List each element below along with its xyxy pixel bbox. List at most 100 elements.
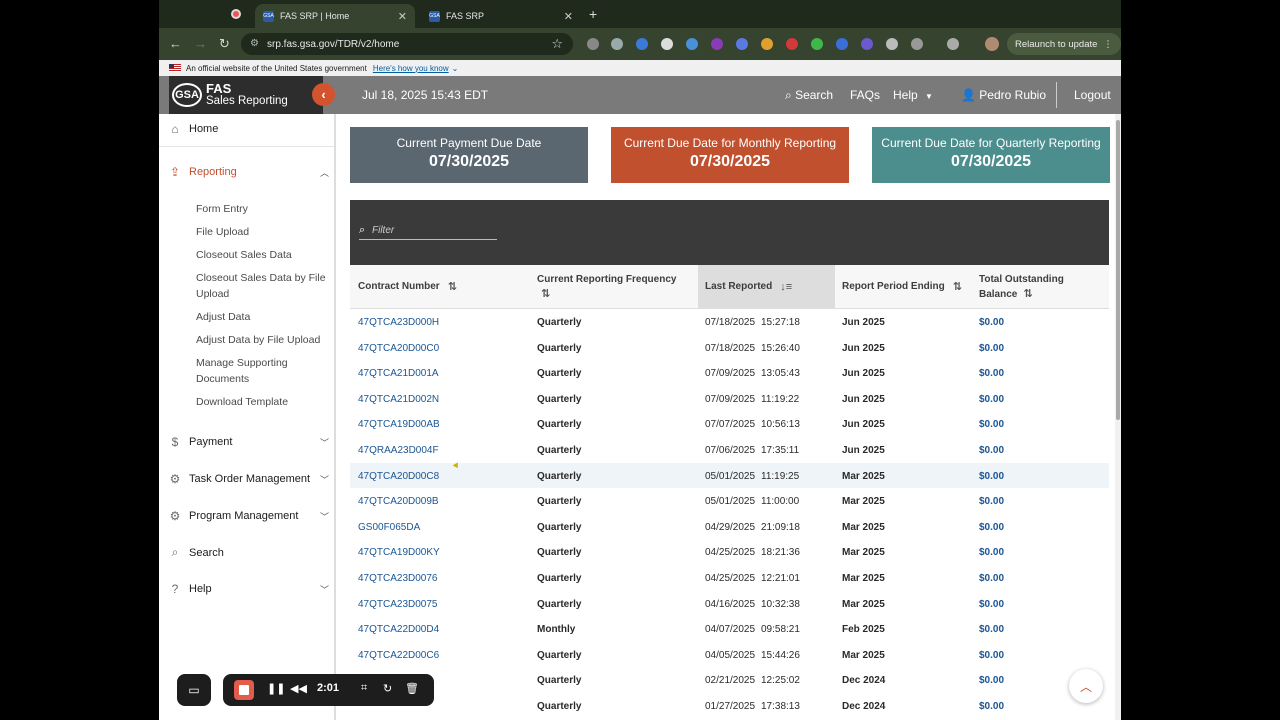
report-period-cell: Jun 2025 [842, 419, 885, 431]
balance-link[interactable]: $0.00 [979, 445, 1004, 456]
extension-icon[interactable] [636, 38, 648, 50]
balance-link[interactable]: $0.00 [979, 701, 1004, 712]
sidebar-subitem-closeout-sales-data[interactable]: Closeout Sales Data [196, 247, 326, 263]
grid-icon[interactable]: ⌗ [361, 682, 367, 695]
col-contract-number[interactable]: Contract Number ⇅ [358, 265, 528, 309]
extension-icon[interactable] [836, 38, 848, 50]
stop-recording-button[interactable] [234, 680, 254, 700]
contract-number-link[interactable]: 47QTCA23D000H [358, 317, 439, 328]
bookmark-star-icon[interactable]: ☆ [551, 36, 563, 52]
col-outstanding-balance[interactable]: Total Outstanding Balance ⇅ [979, 265, 1099, 309]
contract-number-link[interactable]: 47QTCA21D001A [358, 368, 439, 379]
extension-icon[interactable] [736, 38, 748, 50]
balance-link[interactable]: $0.00 [979, 496, 1004, 507]
balance-link[interactable]: $0.00 [979, 522, 1004, 533]
balance-link[interactable]: $0.00 [979, 547, 1004, 558]
balance-link[interactable]: $0.00 [979, 343, 1004, 354]
contract-number-link[interactable]: 47QTCA22D00C6 [358, 650, 439, 661]
profile-avatar[interactable] [985, 37, 999, 51]
sidebar-subitem-form-entry[interactable]: Form Entry [196, 201, 326, 217]
collapse-sidebar-button[interactable]: ‹ [312, 83, 335, 106]
tab-search-icon[interactable] [947, 38, 959, 50]
balance-link[interactable]: $0.00 [979, 599, 1004, 610]
faqs-link[interactable]: FAQs [850, 88, 880, 102]
scrollbar-thumb[interactable] [1116, 120, 1120, 420]
page-scrollbar[interactable] [1115, 114, 1121, 720]
contract-number-link[interactable]: 47QTCA23D0076 [358, 573, 438, 584]
contract-number-link[interactable]: 47QTCA21D002N [358, 394, 439, 405]
tab-fas-srp-home[interactable]: GSA FAS SRP | Home ✕ [255, 4, 415, 28]
contract-number-link[interactable]: 47QRAA23D004F [358, 445, 439, 456]
trash-icon[interactable]: 🗑 [405, 682, 419, 695]
balance-link[interactable]: $0.00 [979, 419, 1004, 430]
reload-icon[interactable]: ↻ [219, 36, 230, 52]
header-search-link[interactable]: ⌕ Search [785, 88, 833, 103]
sidebar-item-program-management[interactable]: ⚙ Program Management ﹀ [169, 509, 329, 523]
extension-icon[interactable] [886, 38, 898, 50]
camera-button[interactable]: ▭ [177, 674, 211, 706]
scroll-to-top-button[interactable]: ︿ [1069, 669, 1103, 703]
contract-number-link[interactable]: 47QTCA23D0075 [358, 599, 438, 610]
extension-icon[interactable] [811, 38, 823, 50]
contract-number-link[interactable]: 47QTCA20D00C0 [358, 343, 439, 354]
contract-number-link[interactable]: 47QTCA20D009B [358, 496, 439, 507]
sidebar-item-payment[interactable]: $ Payment ﹀ [169, 435, 329, 449]
contract-number-link[interactable]: 47QTCA20D00C8 [358, 471, 439, 482]
frequency-cell: Quarterly [537, 342, 582, 354]
sidebar-subitem-adjust-data[interactable]: Adjust Data [196, 309, 326, 325]
sidebar-subitem-closeout-by-file-upload[interactable]: Closeout Sales Data by File Upload [196, 270, 326, 302]
back-icon[interactable]: ← [169, 36, 182, 51]
sidebar-subitem-file-upload[interactable]: File Upload [196, 224, 326, 240]
filter-input[interactable]: ⌕ Filter [359, 222, 497, 240]
logout-link[interactable]: Logout [1074, 88, 1111, 102]
logo[interactable]: GSA FAS Sales Reporting [169, 76, 323, 114]
extension-icon[interactable] [786, 38, 798, 50]
report-period-cell: Dec 2024 [842, 675, 886, 687]
contract-number-link[interactable]: GS00F065DA [358, 522, 420, 533]
sidebar-subitem-manage-documents[interactable]: Manage Supporting Documents [196, 355, 326, 387]
sidebar-item-reporting[interactable]: ⇪ Reporting ︿ [169, 165, 329, 179]
contract-number-link[interactable]: 47QTCA22D00D4 [358, 624, 439, 635]
tab-fas-srp[interactable]: GSA FAS SRP ✕ [421, 4, 581, 28]
close-tab-icon[interactable]: ✕ [564, 10, 573, 23]
sidebar-item-home[interactable]: ⌂ Home [169, 122, 329, 136]
extension-icon[interactable] [761, 38, 773, 50]
extension-icon[interactable] [587, 38, 599, 50]
new-tab-icon[interactable]: + [589, 6, 597, 22]
extension-icon[interactable] [611, 38, 623, 50]
balance-link[interactable]: $0.00 [979, 624, 1004, 635]
balance-link[interactable]: $0.00 [979, 675, 1004, 686]
url-field[interactable]: ⚙ srp.fas.gsa.gov/TDR/v2/home ☆ [241, 33, 573, 55]
how-you-know-link[interactable]: Here's how you know [373, 64, 449, 73]
site-info-icon[interactable]: ⚙ [250, 38, 259, 49]
rewind-icon[interactable]: ◀◀ [290, 682, 307, 695]
sidebar-item-help[interactable]: ? Help ﹀ [169, 582, 329, 596]
help-menu[interactable]: Help ▼ [893, 88, 933, 102]
col-last-reported[interactable]: Last Reported ↓≡ [698, 265, 835, 309]
sidebar-subitem-download-template[interactable]: Download Template [196, 394, 326, 410]
balance-link[interactable]: $0.00 [979, 317, 1004, 328]
extension-icon[interactable] [661, 38, 673, 50]
contract-number-link[interactable]: 47QTCA19D00AB [358, 419, 440, 430]
extensions-puzzle-icon[interactable] [911, 38, 923, 50]
balance-link[interactable]: $0.00 [979, 368, 1004, 379]
balance-link[interactable]: $0.00 [979, 573, 1004, 584]
extension-icon[interactable] [711, 38, 723, 50]
sidebar-item-task-order[interactable]: ⚙ Task Order Management ﹀ [169, 472, 329, 486]
user-menu[interactable]: 👤 Pedro Rubio [961, 88, 1046, 102]
relaunch-button[interactable]: Relaunch to update ⋮ [1007, 33, 1121, 55]
close-tab-icon[interactable]: ✕ [398, 10, 407, 23]
pause-icon[interactable]: ❚❚ [267, 682, 285, 695]
sidebar-subitem-adjust-by-file-upload[interactable]: Adjust Data by File Upload [196, 332, 326, 348]
balance-link[interactable]: $0.00 [979, 394, 1004, 405]
contract-number-link[interactable]: 47QTCA19D00KY [358, 547, 440, 558]
extension-icon[interactable] [861, 38, 873, 50]
forward-icon[interactable]: → [194, 36, 207, 51]
col-report-period-ending[interactable]: Report Period Ending ⇅ [842, 265, 972, 309]
extension-icon[interactable] [686, 38, 698, 50]
col-reporting-frequency[interactable]: Current Reporting Frequency ⇅ [537, 265, 697, 309]
balance-link[interactable]: $0.00 [979, 650, 1004, 661]
sidebar-item-search[interactable]: ⌕ Search [169, 545, 329, 560]
balance-link[interactable]: $0.00 [979, 471, 1004, 482]
restart-icon[interactable]: ↻ [383, 682, 392, 695]
